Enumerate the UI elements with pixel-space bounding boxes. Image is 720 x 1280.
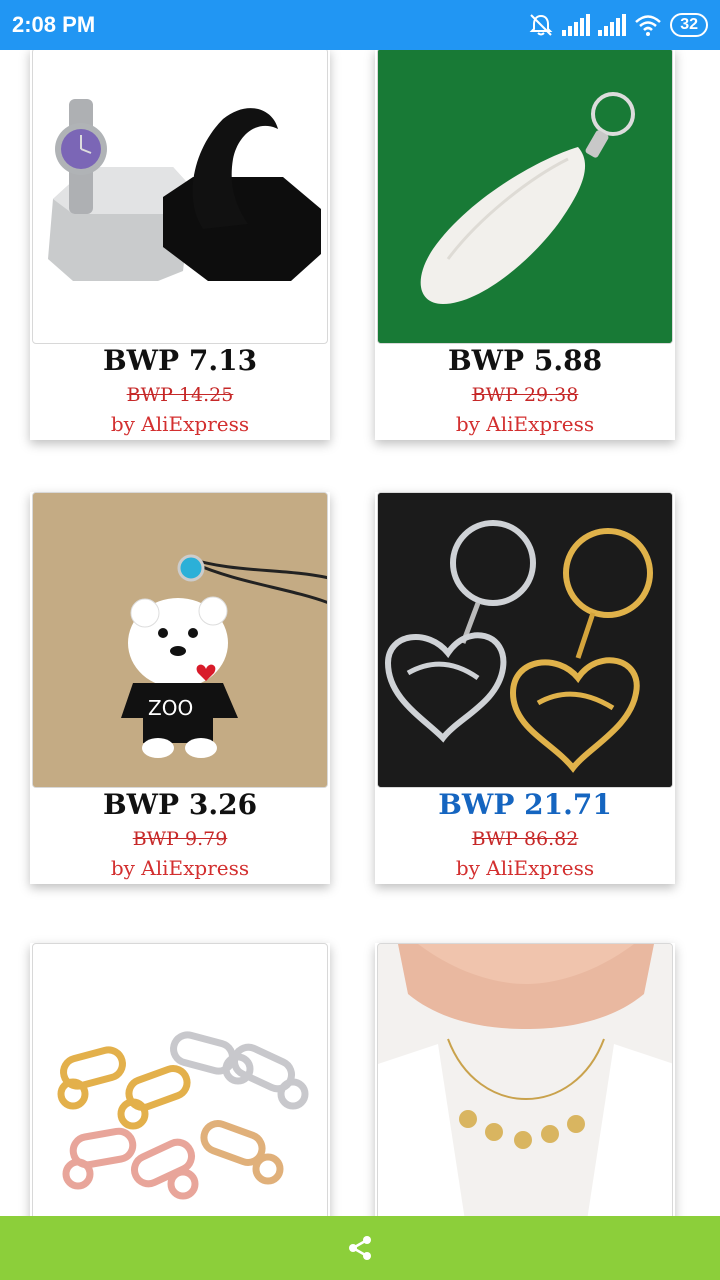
product-grid[interactable]: BWP 7.13 BWP 14.25 by AliExpress BWP 5.8… [0, 50, 720, 1216]
product-old-price: BWP 9.79 [132, 828, 228, 850]
product-price: BWP 21.71 [438, 788, 612, 821]
product-card[interactable]: BWP 7.13 BWP 14.25 by AliExpress [30, 50, 330, 440]
product-card[interactable]: BWP 5.88 BWP 29.38 by AliExpress [375, 50, 675, 440]
product-image[interactable] [377, 943, 673, 1216]
status-time: 2:08 PM [12, 12, 96, 37]
product-seller: by AliExpress [455, 412, 595, 436]
product-card[interactable]: BWP 21.71 BWP 86.82 by AliExpress [375, 492, 675, 884]
product-image[interactable] [377, 492, 673, 788]
status-icons: 32 [528, 10, 708, 40]
product-card[interactable] [375, 943, 675, 1216]
signal-icon [562, 14, 591, 36]
product-seller: by AliExpress [110, 412, 250, 436]
signal-icon [598, 14, 627, 36]
product-image[interactable] [32, 50, 328, 344]
status-bar: 2:08 PM 32 [0, 0, 720, 50]
product-image[interactable] [32, 943, 328, 1216]
wifi-icon [635, 15, 662, 36]
product-price: BWP 7.13 [102, 344, 258, 377]
product-card[interactable]: ZOO BWP 3.26 BWP 9.79 by AliExpress [30, 492, 330, 884]
product-old-price: BWP 14.25 [126, 384, 234, 406]
svg-text:ZOO: ZOO [148, 696, 193, 720]
product-seller: by AliExpress [110, 856, 250, 880]
product-seller: by AliExpress [455, 856, 595, 880]
bottom-bar [0, 1216, 720, 1280]
product-price: BWP 5.88 [447, 344, 603, 377]
product-price: BWP 3.26 [102, 788, 258, 821]
product-old-price: BWP 29.38 [471, 384, 579, 406]
product-image[interactable] [377, 50, 673, 344]
product-card[interactable] [30, 943, 330, 1216]
alarm-off-icon [529, 14, 553, 36]
battery-icon: 32 [670, 13, 708, 37]
product-old-price: BWP 86.82 [471, 828, 579, 850]
product-image[interactable]: ZOO [32, 492, 328, 788]
share-icon[interactable] [345, 1233, 375, 1263]
